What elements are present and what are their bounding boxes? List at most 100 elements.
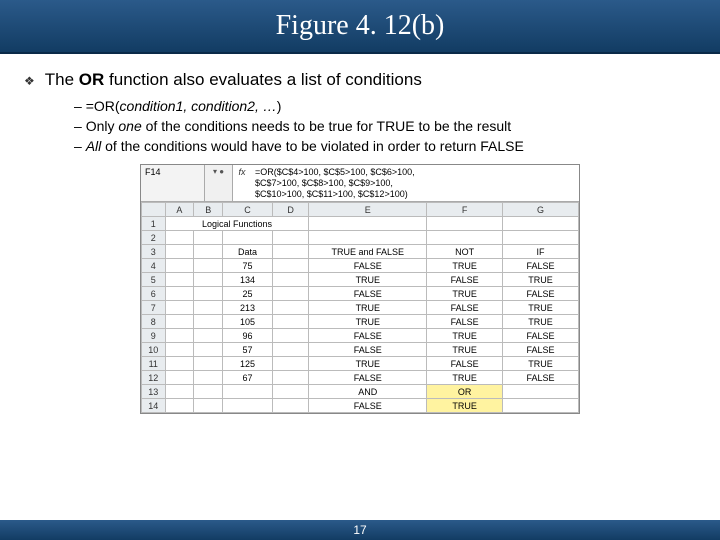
cell	[165, 259, 194, 273]
table-row: 996FALSETRUEFALSE	[142, 329, 579, 343]
cell	[165, 315, 194, 329]
row-header: 5	[142, 273, 166, 287]
cell	[272, 357, 309, 371]
cell: TRUE	[503, 357, 579, 371]
bullet-diamond-icon: ❖	[24, 74, 35, 88]
cell: Logical Functions	[165, 217, 309, 231]
cell	[427, 231, 503, 245]
cell	[503, 399, 579, 413]
col-header: B	[194, 203, 223, 217]
col-header: G	[503, 203, 579, 217]
col-header: F	[427, 203, 503, 217]
cell	[272, 301, 309, 315]
cell	[165, 245, 194, 259]
cell	[272, 371, 309, 385]
cell	[165, 287, 194, 301]
cell: TRUE	[503, 315, 579, 329]
row-header: 13	[142, 385, 166, 399]
cell	[272, 231, 309, 245]
cell: FALSE	[427, 273, 503, 287]
table-row: 1267FALSETRUEFALSE	[142, 371, 579, 385]
table-row: 2	[142, 231, 579, 245]
cell	[309, 231, 427, 245]
sub-bullet: =OR(condition1, condition2, …)	[74, 98, 696, 114]
cell: FALSE	[503, 259, 579, 273]
cell: TRUE	[503, 301, 579, 315]
cell: FALSE	[427, 315, 503, 329]
table-row: 625FALSETRUEFALSE	[142, 287, 579, 301]
cell: AND	[309, 385, 427, 399]
cell	[272, 315, 309, 329]
row-header: 11	[142, 357, 166, 371]
column-header-row: A B C D E F G	[142, 203, 579, 217]
cell	[223, 231, 273, 245]
cell: OR	[427, 385, 503, 399]
table-row: 11125TRUEFALSETRUE	[142, 357, 579, 371]
col-header: C	[223, 203, 273, 217]
cell	[309, 217, 427, 231]
cell	[165, 357, 194, 371]
cell	[272, 385, 309, 399]
cell	[194, 259, 223, 273]
row-header: 2	[142, 231, 166, 245]
formula-bar: F14 ▾ ● fx =OR($C$4>100, $C$5>100, $C$6>…	[141, 165, 579, 202]
cell	[165, 399, 194, 413]
cell: FALSE	[503, 371, 579, 385]
cell	[194, 329, 223, 343]
row-header: 7	[142, 301, 166, 315]
cell: TRUE	[309, 315, 427, 329]
cell	[194, 287, 223, 301]
cell: 105	[223, 315, 273, 329]
cell	[165, 371, 194, 385]
row-header: 8	[142, 315, 166, 329]
cell: TRUE	[427, 343, 503, 357]
slide-content: ❖ The OR function also evaluates a list …	[0, 54, 720, 414]
cell: IF	[503, 245, 579, 259]
cell	[165, 301, 194, 315]
cell	[503, 217, 579, 231]
cell: 57	[223, 343, 273, 357]
cell: TRUE	[309, 273, 427, 287]
cell: TRUE	[427, 259, 503, 273]
cell: FALSE	[309, 371, 427, 385]
cell	[194, 399, 223, 413]
row-header: 6	[142, 287, 166, 301]
cell: 25	[223, 287, 273, 301]
cell: NOT	[427, 245, 503, 259]
cell: 213	[223, 301, 273, 315]
embedded-spreadsheet-figure: F14 ▾ ● fx =OR($C$4>100, $C$5>100, $C$6>…	[24, 164, 696, 414]
cell	[165, 273, 194, 287]
cell: TRUE	[427, 371, 503, 385]
page-number: 17	[353, 523, 366, 537]
sub-bullet: Only one of the conditions needs to be t…	[74, 118, 696, 134]
cell	[503, 231, 579, 245]
cell	[194, 343, 223, 357]
cell	[194, 357, 223, 371]
cell	[427, 217, 503, 231]
cell	[194, 371, 223, 385]
row-header: 10	[142, 343, 166, 357]
sub-bullet-list: =OR(condition1, condition2, …) Only one …	[74, 98, 696, 154]
row-header: 12	[142, 371, 166, 385]
cell	[194, 245, 223, 259]
col-header: A	[165, 203, 194, 217]
row-header: 1	[142, 217, 166, 231]
cell: Data	[223, 245, 273, 259]
fx-icon: fx	[233, 165, 251, 201]
cell	[272, 245, 309, 259]
table-row: 1057FALSETRUEFALSE	[142, 343, 579, 357]
cell: FALSE	[503, 343, 579, 357]
bullet-text: The OR function also evaluates a list of…	[45, 70, 422, 90]
cell	[194, 385, 223, 399]
cell	[165, 343, 194, 357]
cell	[272, 329, 309, 343]
slide-footer: 17	[0, 520, 720, 540]
col-header: D	[272, 203, 309, 217]
cell	[165, 231, 194, 245]
cell: TRUE and FALSE	[309, 245, 427, 259]
main-bullet: ❖ The OR function also evaluates a list …	[24, 70, 696, 90]
cell: FALSE	[427, 301, 503, 315]
cell: TRUE	[309, 357, 427, 371]
cell	[165, 329, 194, 343]
namebox-dropdown-icon: ▾ ●	[205, 165, 233, 201]
